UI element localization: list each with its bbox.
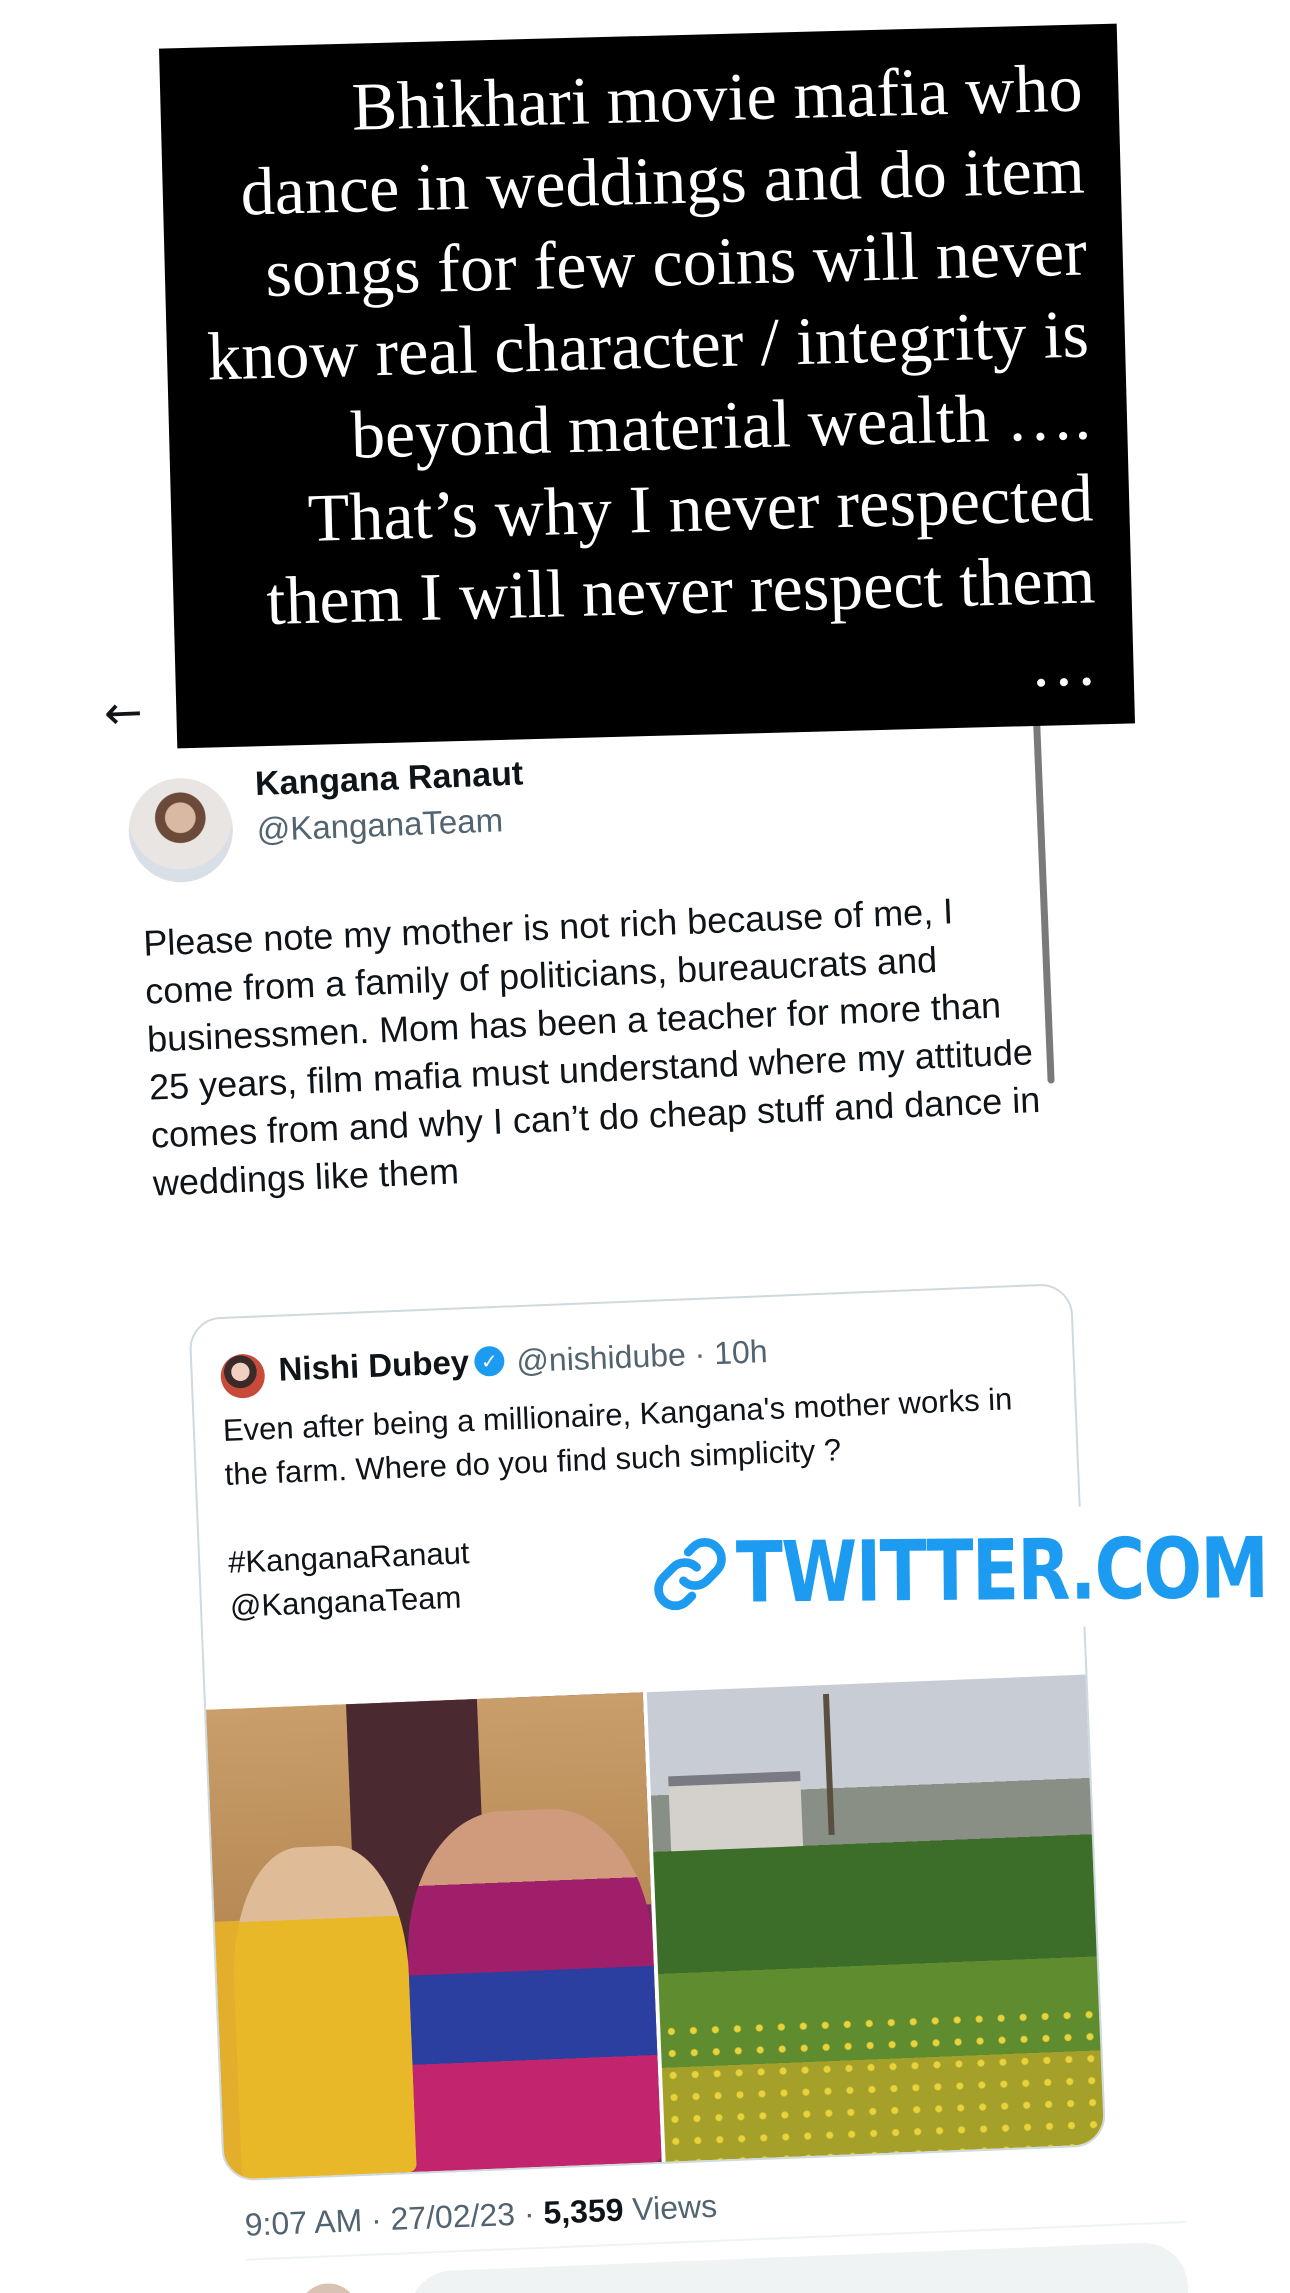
link-sticker[interactable]: TWITTER.COM	[635, 1505, 1268, 1631]
views-count: 5,359	[542, 2191, 625, 2231]
photo-figure-bride	[402, 1805, 662, 2172]
tweet-meta: 9:07 AM · 27/02/23 · 5,359 Views	[244, 2188, 718, 2244]
quoted-author-name[interactable]: Nishi Dubey	[278, 1343, 470, 1389]
quoted-avatar[interactable]	[219, 1353, 266, 1400]
reply-avatar	[297, 2282, 360, 2293]
photo-figure-mother	[229, 1843, 418, 2179]
avatar[interactable]	[126, 776, 235, 885]
tweet-text: Please note my mother is not rich becaus…	[142, 890, 1041, 1204]
photo-house	[667, 1770, 804, 1852]
quoted-handle-time: @nishidube · 10h	[515, 1333, 769, 1380]
story-caption-box: Bhikhari movie mafia who dance in weddin…	[159, 23, 1135, 749]
views-label: Views	[631, 2187, 718, 2228]
meta-separator: ·	[370, 2200, 392, 2238]
author-name[interactable]: Kangana Ranaut	[254, 754, 524, 804]
tweet-date: 27/02/23	[389, 2195, 516, 2237]
link-label[interactable]: TWITTER.COM	[736, 1519, 1268, 1622]
photo-tree	[823, 1694, 836, 1836]
screenshot-stage: ← Kangana Ranaut @KanganaTeam Please not…	[0, 0, 1290, 2293]
quoted-photo-farm[interactable]	[646, 1674, 1107, 2162]
link-icon	[654, 1538, 726, 1611]
author-handle[interactable]: @KanganaTeam	[256, 801, 504, 849]
quoted-tweet-card[interactable]: Nishi Dubey ✓ @nishidube · 10h Even afte…	[188, 1282, 1107, 2182]
photo-mustard-flowers	[659, 2003, 1107, 2162]
arrow-left-icon[interactable]: ←	[103, 681, 165, 743]
quoted-photo-wedding[interactable]	[206, 1692, 662, 2180]
meta-separator: ·	[523, 2194, 545, 2232]
verified-badge-icon: ✓	[473, 1345, 505, 1377]
story-caption-text: Bhikhari movie mafia who dance in weddin…	[206, 49, 1099, 702]
tweet-time: 9:07 AM	[244, 2202, 363, 2243]
